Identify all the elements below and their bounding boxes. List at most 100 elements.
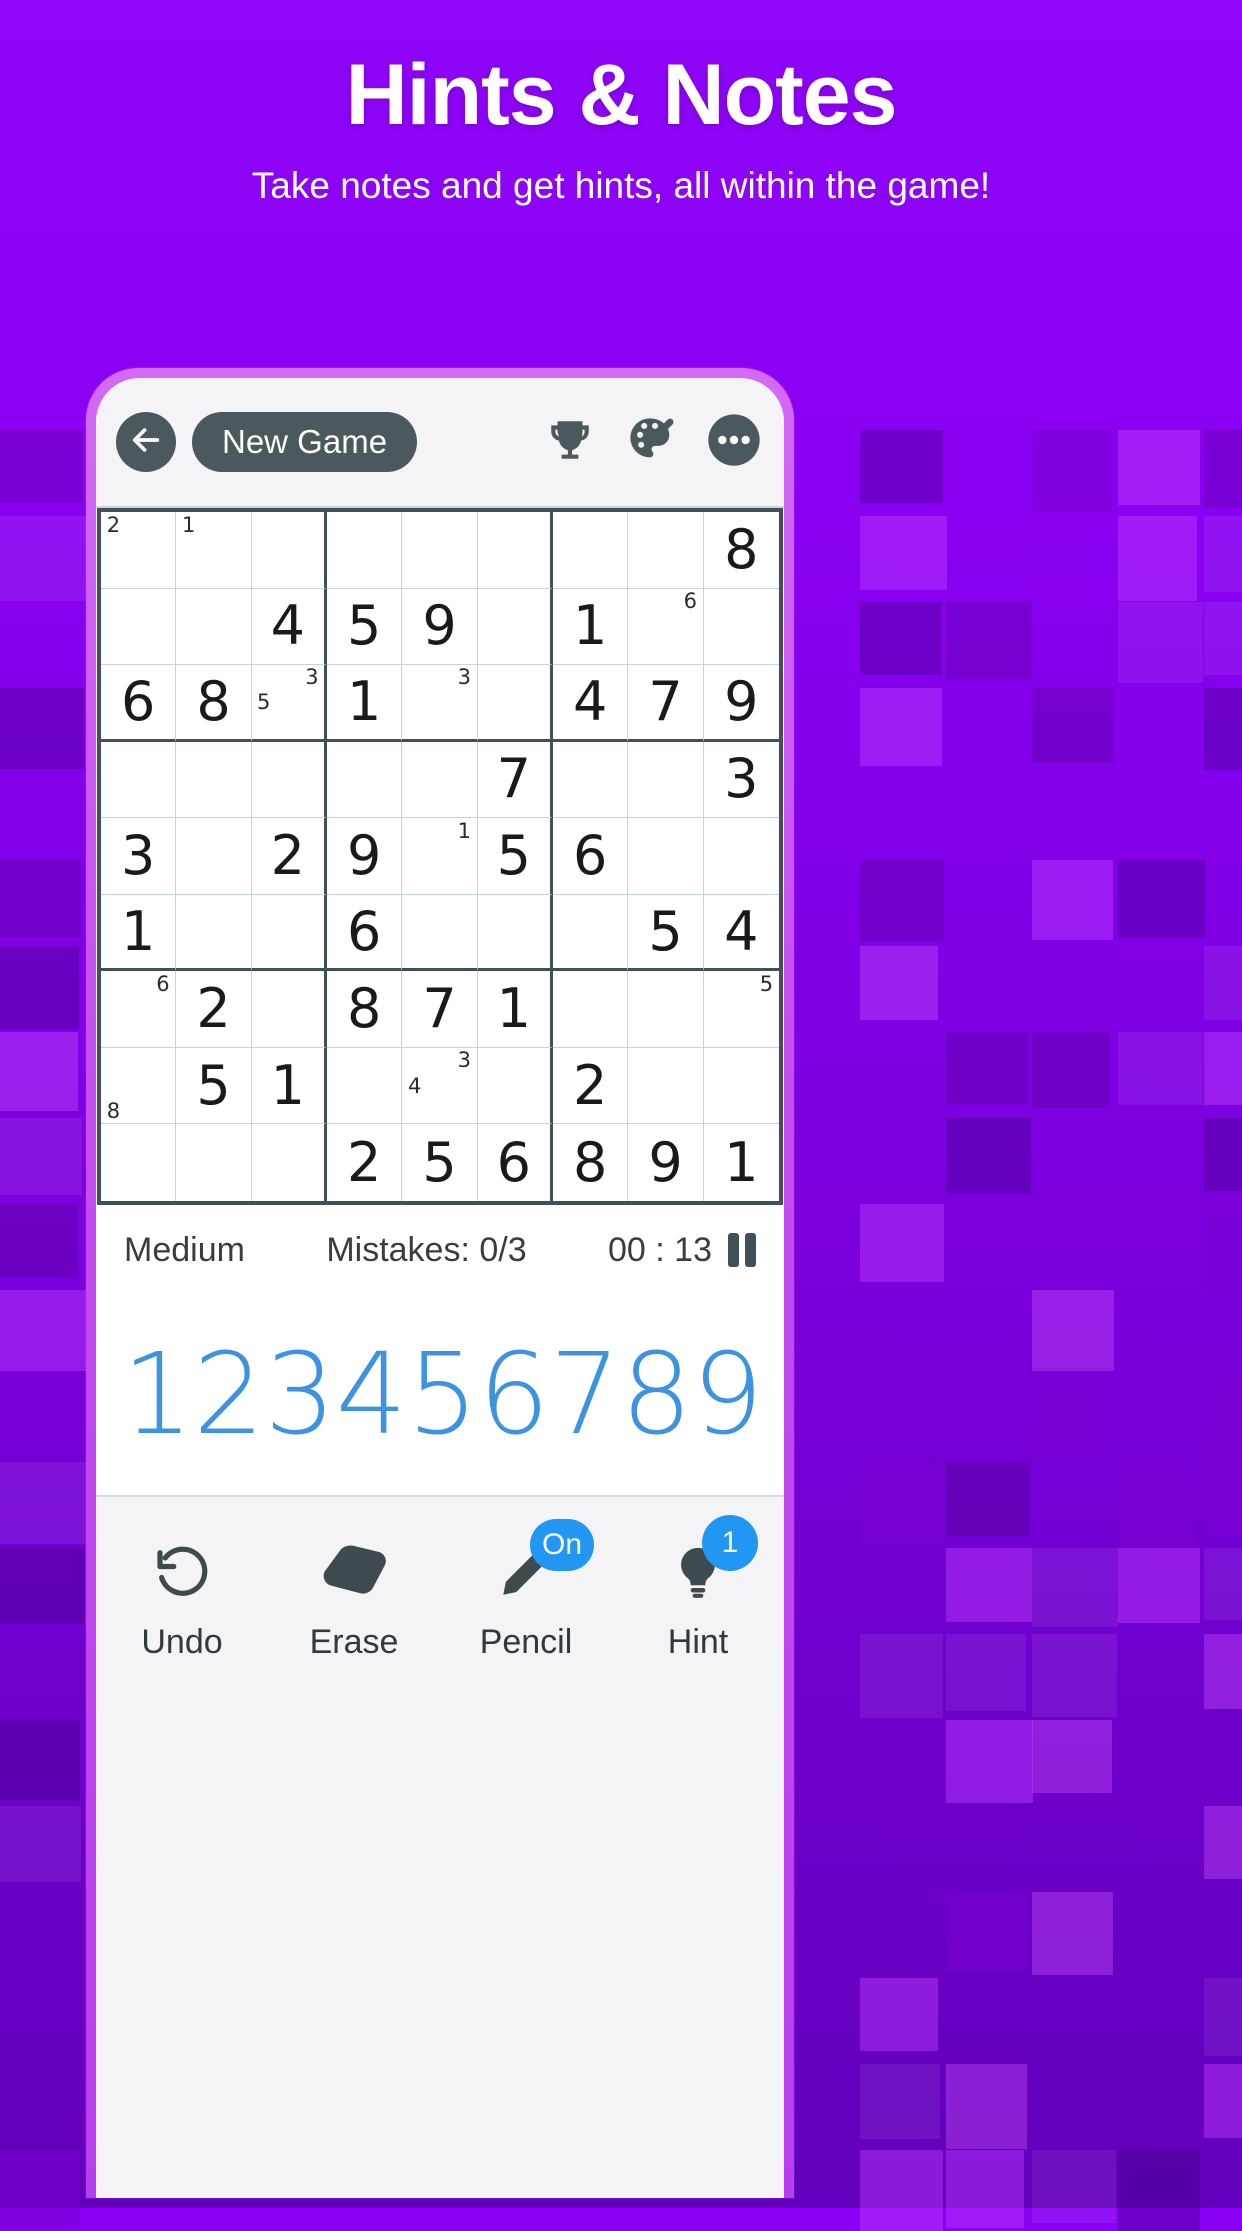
- hint-button[interactable]: 1 Hint: [623, 1515, 773, 1662]
- sudoku-cell-r1c4[interactable]: [327, 512, 403, 589]
- numpad-key-9[interactable]: 9: [692, 1339, 763, 1451]
- sudoku-cell-r6c8[interactable]: 5: [628, 894, 704, 972]
- sudoku-cell-r3c5[interactable]: 3: [402, 665, 478, 742]
- sudoku-cell-r7c9[interactable]: 5: [703, 971, 779, 1048]
- sudoku-cell-r2c5[interactable]: 9: [402, 588, 478, 666]
- sudoku-cell-r5c3[interactable]: 2: [251, 818, 327, 895]
- sudoku-cell-r8c3[interactable]: 1: [251, 1047, 327, 1125]
- trophy-button[interactable]: [542, 414, 598, 470]
- sudoku-cell-r7c2[interactable]: 2: [176, 971, 252, 1048]
- sudoku-cell-r3c8[interactable]: 7: [628, 665, 704, 742]
- numpad-key-3[interactable]: 3: [265, 1339, 336, 1451]
- sudoku-cell-r2c9[interactable]: [703, 589, 779, 666]
- sudoku-cell-r2c3[interactable]: 4: [251, 588, 327, 666]
- numpad-key-2[interactable]: 2: [193, 1339, 264, 1451]
- sudoku-cell-r1c1[interactable]: 2: [101, 512, 177, 589]
- undo-button[interactable]: Undo: [107, 1529, 257, 1662]
- sudoku-cell-r3c9[interactable]: 9: [703, 665, 779, 742]
- erase-button[interactable]: Erase: [279, 1529, 429, 1662]
- sudoku-cell-r7c8[interactable]: [628, 971, 704, 1048]
- sudoku-cell-r3c7[interactable]: 4: [553, 665, 629, 742]
- sudoku-cell-r9c1[interactable]: [101, 1124, 177, 1201]
- sudoku-cell-r2c1[interactable]: [101, 588, 177, 666]
- sudoku-cell-r9c6[interactable]: 6: [478, 1124, 553, 1201]
- sudoku-cell-r8c5[interactable]: 34: [402, 1047, 478, 1125]
- more-options-button[interactable]: [706, 413, 762, 470]
- sudoku-cell-r8c7[interactable]: 2: [553, 1047, 629, 1125]
- sudoku-cell-r5c7[interactable]: 6: [553, 818, 629, 895]
- sudoku-cell-r2c2[interactable]: [176, 588, 252, 666]
- sudoku-cell-r4c5[interactable]: [402, 741, 478, 819]
- sudoku-cell-r4c4[interactable]: [327, 741, 403, 819]
- pause-icon[interactable]: [728, 1233, 756, 1267]
- sudoku-cell-r7c7[interactable]: [553, 971, 629, 1048]
- sudoku-cell-r8c9[interactable]: [703, 1048, 779, 1125]
- sudoku-cell-r7c1[interactable]: 6: [101, 971, 177, 1048]
- sudoku-cell-r4c1[interactable]: [101, 741, 177, 819]
- sudoku-cell-r1c5[interactable]: [402, 512, 478, 589]
- sudoku-board[interactable]: 2184591668351347973329156165462871585134…: [97, 508, 783, 1205]
- sudoku-cell-r5c4[interactable]: 9: [327, 818, 403, 895]
- sudoku-cell-r3c6[interactable]: [477, 665, 553, 742]
- sudoku-cell-r1c2[interactable]: 1: [176, 512, 252, 589]
- sudoku-cell-r5c5[interactable]: 1: [402, 818, 478, 895]
- sudoku-cell-r3c2[interactable]: 8: [176, 665, 252, 742]
- numpad-key-4[interactable]: 4: [336, 1339, 407, 1451]
- sudoku-cell-r5c6[interactable]: 5: [477, 818, 553, 895]
- sudoku-cell-r2c8[interactable]: 6: [628, 588, 704, 666]
- numpad-key-5[interactable]: 5: [407, 1339, 478, 1451]
- sudoku-cell-r9c9[interactable]: 1: [704, 1124, 779, 1201]
- sudoku-cell-r6c1[interactable]: 1: [101, 894, 177, 972]
- sudoku-cell-r9c5[interactable]: 5: [402, 1124, 478, 1201]
- sudoku-cell-r8c2[interactable]: 5: [176, 1047, 252, 1125]
- sudoku-cell-r4c7[interactable]: [553, 741, 629, 819]
- sudoku-cell-r2c7[interactable]: 1: [553, 588, 629, 666]
- sudoku-cell-r4c3[interactable]: [251, 741, 327, 819]
- sudoku-cell-r1c3[interactable]: [251, 512, 327, 589]
- sudoku-cell-r7c3[interactable]: [251, 971, 327, 1048]
- sudoku-cell-r6c4[interactable]: 6: [327, 894, 403, 972]
- sudoku-cell-r5c8[interactable]: [628, 818, 704, 895]
- sudoku-cell-r4c8[interactable]: [628, 741, 704, 819]
- sudoku-cell-r6c6[interactable]: [477, 894, 553, 972]
- sudoku-cell-r7c6[interactable]: 1: [477, 971, 553, 1048]
- back-button[interactable]: [116, 412, 176, 472]
- sudoku-cell-r9c8[interactable]: 9: [628, 1124, 704, 1201]
- sudoku-cell-r8c8[interactable]: [628, 1047, 704, 1125]
- sudoku-cell-r9c4[interactable]: 2: [327, 1124, 403, 1201]
- sudoku-cell-r6c3[interactable]: [251, 894, 327, 972]
- sudoku-cell-r6c9[interactable]: 4: [703, 895, 779, 972]
- numpad-key-8[interactable]: 8: [621, 1339, 692, 1451]
- sudoku-cell-r3c1[interactable]: 6: [101, 665, 177, 742]
- sudoku-cell-r1c8[interactable]: [628, 512, 704, 589]
- sudoku-cell-r6c2[interactable]: [176, 894, 252, 972]
- sudoku-cell-r9c2[interactable]: [176, 1124, 252, 1201]
- numpad-key-1[interactable]: 1: [122, 1339, 193, 1451]
- sudoku-cell-r7c4[interactable]: 8: [327, 971, 403, 1048]
- pencil-button[interactable]: On Pencil: [451, 1519, 601, 1662]
- sudoku-cell-r4c9[interactable]: 3: [703, 742, 779, 819]
- sudoku-cell-r3c3[interactable]: 35: [251, 665, 327, 742]
- sudoku-cell-r4c2[interactable]: [176, 741, 252, 819]
- number-pad[interactable]: 123456789: [96, 1295, 784, 1495]
- sudoku-cell-r9c7[interactable]: 8: [553, 1124, 629, 1201]
- sudoku-cell-r7c5[interactable]: 7: [402, 971, 478, 1048]
- sudoku-cell-r1c7[interactable]: [553, 512, 629, 589]
- sudoku-cell-r8c4[interactable]: [327, 1047, 403, 1125]
- sudoku-cell-r3c4[interactable]: 1: [327, 665, 403, 742]
- sudoku-cell-r9c3[interactable]: [252, 1124, 327, 1201]
- sudoku-cell-r1c6[interactable]: [477, 512, 553, 589]
- sudoku-cell-r5c1[interactable]: 3: [101, 818, 177, 895]
- sudoku-cell-r8c6[interactable]: [477, 1047, 553, 1125]
- numpad-key-7[interactable]: 7: [550, 1339, 621, 1451]
- sudoku-cell-r4c6[interactable]: 7: [477, 741, 553, 819]
- sudoku-cell-r2c6[interactable]: [477, 588, 553, 666]
- sudoku-cell-r2c4[interactable]: 5: [327, 588, 403, 666]
- theme-button[interactable]: [624, 414, 680, 470]
- numpad-key-6[interactable]: 6: [478, 1339, 549, 1451]
- new-game-button[interactable]: New Game: [192, 412, 418, 472]
- sudoku-cell-r5c2[interactable]: [176, 818, 252, 895]
- sudoku-cell-r5c9[interactable]: [703, 818, 779, 895]
- sudoku-cell-r6c5[interactable]: [402, 894, 478, 972]
- sudoku-cell-r8c1[interactable]: 8: [101, 1047, 177, 1125]
